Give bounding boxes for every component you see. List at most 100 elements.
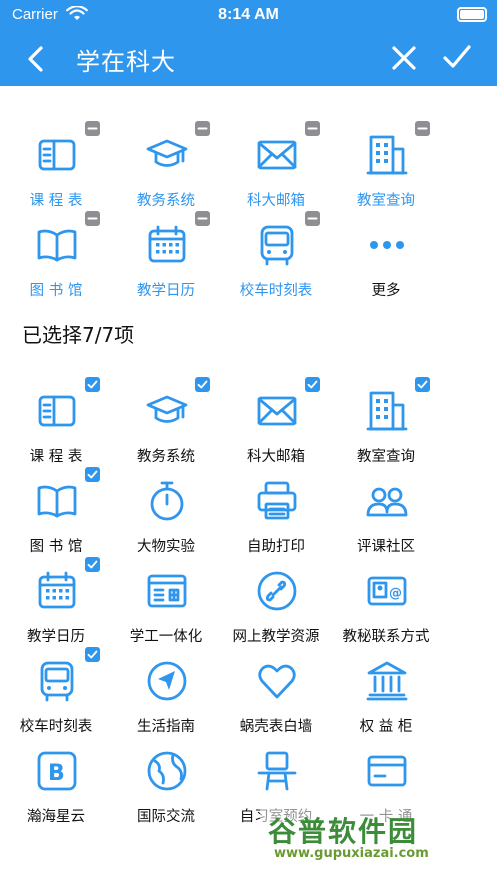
favorite-item[interactable]: 图 书 馆 bbox=[1, 211, 111, 307]
bus-icon bbox=[40, 661, 74, 702]
timetable-icon bbox=[38, 395, 76, 427]
community-icon bbox=[366, 487, 408, 517]
app-item-label: 国际交流 bbox=[137, 809, 195, 825]
app-item[interactable]: 教务系统 bbox=[111, 377, 221, 473]
app-item[interactable]: 蜗壳表白墙 bbox=[221, 659, 331, 743]
app-item[interactable]: 课 程 表 bbox=[1, 377, 111, 473]
app-item[interactable]: 教室查询 bbox=[331, 377, 441, 473]
app-item[interactable]: 自助打印 bbox=[221, 479, 331, 563]
app-item[interactable]: 科大邮箱 bbox=[221, 377, 331, 473]
nav-bar: 学在科大 bbox=[0, 32, 497, 82]
app-item[interactable]: B 瀚海星云 bbox=[1, 749, 111, 833]
remove-badge-icon[interactable] bbox=[85, 211, 100, 226]
app-item-label: 教务系统 bbox=[137, 449, 195, 465]
app-item[interactable]: 教学日历 bbox=[1, 557, 111, 653]
app-item[interactable]: 生活指南 bbox=[111, 659, 221, 743]
app-item-label: 大物实验 bbox=[137, 539, 195, 555]
bus-icon bbox=[260, 225, 294, 266]
remove-badge-icon[interactable] bbox=[415, 121, 430, 136]
app-item[interactable]: 学工一体化 bbox=[111, 569, 221, 653]
status-bar: Carrier 8:14 AM bbox=[0, 4, 497, 26]
app-item[interactable]: 国际交流 bbox=[111, 749, 221, 833]
favorite-item-label: 课 程 表 bbox=[29, 193, 83, 209]
stopwatch-icon bbox=[150, 481, 184, 521]
selection-count: 已选择7/7项 bbox=[22, 323, 135, 347]
remove-badge-icon[interactable] bbox=[195, 211, 210, 226]
battery-icon bbox=[457, 7, 487, 22]
app-item[interactable]: 网上教学资源 bbox=[221, 569, 331, 653]
favorite-item-label: 教务系统 bbox=[137, 193, 195, 209]
favorite-item[interactable]: 校车时刻表 bbox=[221, 211, 331, 307]
app-item-label: 自助打印 bbox=[247, 539, 305, 555]
contact-card-icon: @ bbox=[367, 576, 407, 606]
building-icon bbox=[366, 391, 408, 431]
watermark-url: www.gupuxiazai.com bbox=[274, 846, 429, 861]
favorite-item[interactable]: 科大邮箱 bbox=[221, 121, 331, 217]
svg-text:@: @ bbox=[389, 586, 402, 601]
building-icon bbox=[366, 135, 408, 175]
app-item-label: 图 书 馆 bbox=[29, 539, 83, 555]
watermark-title: 谷普软件园 bbox=[268, 815, 419, 848]
favorite-item-label: 教室查询 bbox=[357, 193, 415, 209]
app-item-label: 权 益 柜 bbox=[359, 719, 413, 735]
favorite-item[interactable]: 课 程 表 bbox=[1, 121, 111, 217]
remove-badge-icon[interactable] bbox=[85, 121, 100, 136]
checked-badge-icon[interactable] bbox=[415, 377, 430, 392]
calendar-icon bbox=[148, 225, 186, 263]
desk-icon bbox=[257, 751, 297, 791]
app-item-label: 教室查询 bbox=[357, 449, 415, 465]
app-item[interactable]: 校车时刻表 bbox=[1, 647, 111, 743]
timetable-icon bbox=[38, 139, 76, 171]
app-item-label: 教秘联系方式 bbox=[342, 629, 430, 645]
favorite-item-label: 校车时刻表 bbox=[239, 283, 313, 299]
app-item-label: 生活指南 bbox=[137, 719, 195, 735]
b-square-icon: B bbox=[37, 751, 77, 791]
navigation-icon bbox=[147, 661, 187, 701]
more-icon bbox=[370, 241, 404, 249]
remove-badge-icon[interactable] bbox=[305, 121, 320, 136]
remove-badge-icon[interactable] bbox=[305, 211, 320, 226]
app-item[interactable]: 大物实验 bbox=[111, 479, 221, 563]
status-time: 8:14 AM bbox=[218, 6, 279, 23]
terminal-window-icon bbox=[147, 574, 187, 608]
checked-badge-icon[interactable] bbox=[85, 557, 100, 572]
credit-card-icon bbox=[367, 755, 407, 787]
favorite-item-label: 科大邮箱 bbox=[247, 193, 305, 209]
heart-icon bbox=[258, 664, 296, 699]
remove-badge-icon[interactable] bbox=[195, 121, 210, 136]
confirm-button[interactable] bbox=[440, 40, 474, 74]
bank-icon bbox=[366, 661, 408, 701]
favorite-item[interactable]: 教室查询 bbox=[331, 121, 441, 217]
favorite-item[interactable]: 更多 bbox=[331, 223, 441, 307]
close-button[interactable] bbox=[388, 42, 420, 74]
checked-badge-icon[interactable] bbox=[305, 377, 320, 392]
page-title: 学在科大 bbox=[76, 48, 176, 76]
favorite-item-label: 教学日历 bbox=[137, 283, 195, 299]
favorite-item[interactable]: 教务系统 bbox=[111, 121, 221, 217]
app-item[interactable]: 权 益 柜 bbox=[331, 659, 441, 743]
favorite-item-label: 更多 bbox=[371, 283, 401, 299]
checked-badge-icon[interactable] bbox=[195, 377, 210, 392]
header: Carrier 8:14 AM 学在科大 bbox=[0, 0, 497, 86]
favorite-item-label: 图 书 馆 bbox=[29, 283, 83, 299]
mail-icon bbox=[257, 396, 297, 426]
checked-badge-icon[interactable] bbox=[85, 467, 100, 482]
app-item[interactable]: @ 教秘联系方式 bbox=[331, 569, 441, 653]
app-item-label: 校车时刻表 bbox=[19, 719, 93, 735]
printer-icon bbox=[257, 481, 297, 520]
watermark: 谷普软件园 www.gupuxiazai.com bbox=[260, 808, 496, 866]
calendar-icon bbox=[38, 571, 76, 609]
app-item[interactable]: 图 书 馆 bbox=[1, 467, 111, 563]
app-item-label: 科大邮箱 bbox=[247, 449, 305, 465]
app-item[interactable]: 评课社区 bbox=[331, 479, 441, 563]
app-item-label: 教学日历 bbox=[27, 629, 85, 645]
app-item-label: 课 程 表 bbox=[29, 449, 83, 465]
book-icon bbox=[37, 485, 77, 518]
graduation-cap-icon bbox=[146, 395, 188, 423]
checked-badge-icon[interactable] bbox=[85, 647, 100, 662]
svg-text:B: B bbox=[48, 761, 65, 786]
globe-icon bbox=[147, 751, 187, 791]
checked-badge-icon[interactable] bbox=[85, 377, 100, 392]
favorite-item[interactable]: 教学日历 bbox=[111, 211, 221, 307]
back-button[interactable] bbox=[20, 42, 54, 76]
